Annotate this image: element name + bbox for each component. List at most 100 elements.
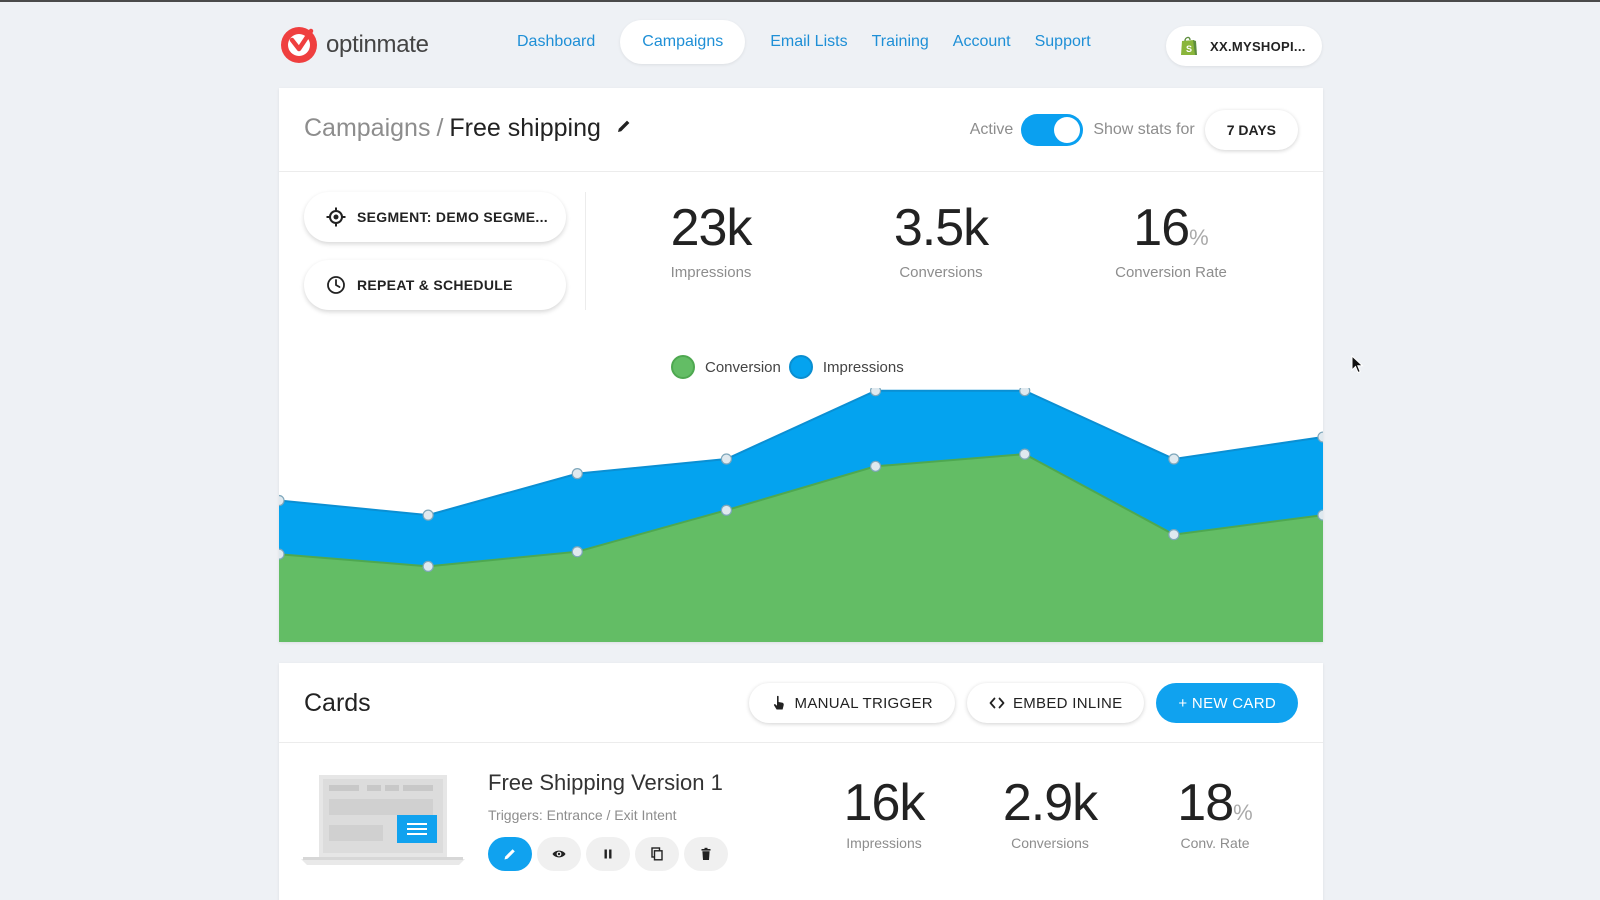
conversion-point-0[interactable]	[279, 548, 285, 560]
optinmate-logo-icon	[281, 27, 317, 63]
impressions-value: 23k	[611, 198, 811, 258]
shopify-bag-icon: S	[1181, 36, 1197, 55]
cards-panel: Cards MANUAL TRIGGER EMBED INLINE + NEW …	[279, 663, 1323, 900]
eye-icon	[552, 850, 566, 858]
edit-card-button[interactable]	[488, 837, 532, 871]
conversion-point-4[interactable]	[869, 460, 882, 472]
delete-card-button[interactable]	[684, 837, 728, 871]
card-conversions-stat: 2.9k Conversions	[975, 773, 1125, 851]
show-stats-label: Show stats for	[1093, 121, 1195, 138]
cards-title: Cards	[304, 689, 371, 717]
target-icon	[326, 207, 346, 227]
trash-icon	[701, 847, 711, 860]
legend-impressions-label: Impressions	[822, 358, 904, 376]
card-impressions-stat: 16k Impressions	[809, 773, 959, 851]
impressions-number: 23k	[670, 199, 753, 257]
conversions-stat: 3.5k Conversions	[841, 198, 1041, 281]
nav-email-lists[interactable]: Email Lists	[758, 20, 859, 64]
conversion-rate-stat: 16% Conversion Rate	[1071, 198, 1271, 281]
date-range-button[interactable]: 7 DAYS	[1204, 110, 1298, 150]
pause-card-button[interactable]	[586, 837, 630, 871]
store-name: XX.MYSHOPI...	[1210, 38, 1306, 54]
conversion-point-2[interactable]	[571, 546, 583, 558]
copy-icon	[651, 847, 663, 861]
store-selector-button[interactable]: S XX.MYSHOPI...	[1166, 26, 1322, 66]
segment-label: SEGMENT: DEMO SEGME...	[357, 209, 548, 225]
legend-conversion-label: Conversion	[705, 358, 781, 376]
card-thumbnail-image[interactable]	[301, 773, 465, 865]
card-conversions-label: Conversions	[1011, 835, 1089, 851]
card-conversion-rate-stat: 18% Conv. Rate	[1140, 773, 1290, 851]
segment-button[interactable]: SEGMENT: DEMO SEGME...	[304, 192, 566, 242]
impressions-point-3[interactable]	[720, 453, 733, 465]
duplicate-card-button[interactable]	[635, 837, 679, 871]
new-card-button[interactable]: + NEW CARD	[1156, 683, 1298, 723]
breadcrumb-separator: /	[436, 114, 444, 142]
conversion-point-6[interactable]	[1168, 529, 1180, 541]
card-conversion-rate-label: Conv. Rate	[1180, 835, 1250, 851]
card-name[interactable]: Free Shipping Version 1	[488, 770, 723, 796]
legend-impressions[interactable]: Impressions	[788, 355, 904, 379]
nav-dashboard[interactable]: Dashboard	[505, 20, 607, 64]
active-toggle[interactable]	[1021, 114, 1084, 146]
impressions-point-4[interactable]	[869, 388, 882, 397]
conversion-rate-unit: %	[1189, 225, 1209, 250]
pause-icon	[604, 849, 612, 859]
conversions-value: 3.5k	[841, 198, 1041, 258]
nav-campaigns[interactable]: Campaigns	[620, 20, 746, 64]
conversion-point-1[interactable]	[422, 560, 434, 572]
impressions-point-6[interactable]	[1168, 453, 1180, 465]
conversion-rate-value: 16%	[1071, 198, 1271, 258]
embed-inline-label: EMBED INLINE	[1012, 694, 1123, 712]
pencil-icon	[504, 849, 515, 860]
card-conversion-rate-value: 18%	[1140, 773, 1290, 833]
toggle-knob	[1054, 117, 1081, 143]
impressions-point-1[interactable]	[422, 509, 434, 521]
pencil-icon[interactable]	[616, 118, 632, 134]
manual-trigger-label: MANUAL TRIGGER	[794, 694, 933, 712]
performance-area-chart	[279, 388, 1323, 642]
card-impressions-value: 16k	[809, 773, 959, 833]
card-conversion-rate-unit: %	[1233, 800, 1253, 825]
campaign-header-controls: Active Show stats for 7 DAYS	[970, 110, 1298, 150]
campaign-header: Campaigns / Free shipping Active Show stat…	[279, 88, 1323, 172]
card-triggers: Triggers: Entrance / Exit Intent	[488, 807, 677, 823]
impressions-label: Impressions	[670, 264, 752, 281]
brand-logo[interactable]: optinmate	[280, 26, 429, 64]
impressions-point-7[interactable]	[1317, 431, 1323, 443]
nav-support[interactable]: Support	[1023, 20, 1103, 64]
clock-icon	[327, 276, 345, 294]
conversion-point-5[interactable]	[1019, 448, 1031, 460]
nav-account[interactable]: Account	[941, 20, 1023, 64]
conversion-point-7[interactable]	[1317, 509, 1323, 521]
brand-name: optinmate	[326, 31, 429, 58]
legend-impressions-swatch	[788, 355, 813, 379]
legend-conversion[interactable]: Conversion	[671, 355, 781, 379]
conversion-rate-label: Conversion Rate	[1115, 264, 1227, 281]
card-toolbar	[488, 837, 733, 871]
conversions-number: 3.5k	[893, 199, 989, 257]
repeat-schedule-label: REPEAT & SCHEDULE	[357, 277, 513, 293]
conversions-label: Conversions	[899, 264, 983, 281]
preview-card-button[interactable]	[537, 837, 581, 871]
manual-trigger-button[interactable]: MANUAL TRIGGER	[748, 683, 955, 723]
impressions-point-5[interactable]	[1019, 388, 1031, 397]
stats-divider	[585, 192, 586, 310]
embed-inline-button[interactable]: EMBED INLINE	[966, 683, 1145, 723]
cards-header: Cards MANUAL TRIGGER EMBED INLINE + NEW …	[279, 663, 1323, 743]
breadcrumb-campaigns-link[interactable]: Campaigns	[304, 114, 430, 142]
chart-legend: Conversion Impressions	[671, 355, 912, 379]
conversion-rate-number: 16	[1133, 199, 1190, 257]
card-conversion-rate-number: 18	[1177, 774, 1234, 832]
nav-training[interactable]: Training	[860, 20, 941, 64]
card-impressions-label: Impressions	[846, 835, 922, 851]
breadcrumb: Campaigns / Free shipping	[304, 114, 632, 143]
conversion-point-3[interactable]	[720, 504, 733, 516]
card-list-item: Free Shipping Version 1 Triggers: Entran…	[279, 743, 1323, 900]
impressions-point-0[interactable]	[279, 494, 285, 507]
mouse-cursor-icon	[1351, 355, 1364, 374]
impressions-point-2[interactable]	[571, 468, 583, 480]
repeat-schedule-button[interactable]: REPEAT & SCHEDULE	[304, 260, 566, 310]
svg-text:S: S	[1186, 44, 1192, 54]
campaign-panel: Campaigns / Free shipping Active Show stat…	[279, 88, 1323, 642]
